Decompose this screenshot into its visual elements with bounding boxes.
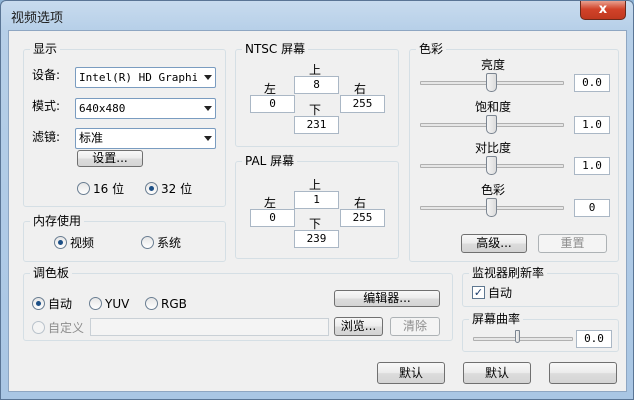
filter-select[interactable]: 标准 [75, 128, 216, 149]
palette-browse-button[interactable]: 浏览... [334, 317, 383, 336]
curvature-slider-track[interactable] [473, 337, 573, 341]
footer-button-3[interactable] [549, 362, 617, 384]
palette-rgb-label: RGB [161, 297, 187, 311]
mode-label: 模式: [32, 99, 61, 113]
default-button-1[interactable]: 默认 [377, 362, 445, 384]
saturation-label: 饱和度 [475, 100, 512, 114]
mode-select[interactable]: 640x480 [75, 98, 216, 119]
palette-custom-radio[interactable] [32, 321, 45, 334]
saturation-slider-thumb[interactable] [486, 115, 497, 134]
window-title: 视频选项 [11, 11, 64, 26]
refresh-rate-title: 监视器刷新率 [469, 265, 548, 281]
display-settings-button[interactable]: 设置... [77, 150, 143, 167]
pal-right-input[interactable]: 255 [340, 209, 385, 227]
palette-group-title: 调色板 [30, 265, 73, 281]
palette-custom-label: 自定义 [48, 321, 85, 335]
brightness-slider-thumb[interactable] [486, 73, 497, 92]
palette-custom-path-input[interactable] [90, 318, 329, 336]
contrast-slider-thumb[interactable] [486, 156, 497, 175]
palette-yuv-label: YUV [105, 297, 130, 311]
depth-16-label: 16 位 [93, 182, 125, 196]
curvature-value[interactable]: 0.0 [576, 330, 612, 348]
palette-auto-label: 自动 [48, 297, 73, 311]
palette-clear-button[interactable]: 清除 [390, 317, 440, 336]
curvature-slider-thumb[interactable] [515, 330, 520, 343]
memory-usage-title: 内存使用 [30, 213, 85, 229]
depth-32-label: 32 位 [161, 182, 193, 196]
device-select-value: Intel(R) HD Graphics [79, 71, 197, 84]
brightness-value[interactable]: 0.0 [574, 74, 610, 92]
default-button-2[interactable]: 默认 [463, 362, 531, 384]
contrast-value[interactable]: 1.0 [574, 157, 610, 175]
screen-curvature-title: 屏幕曲率 [469, 311, 524, 327]
hue-slider-thumb[interactable] [486, 198, 497, 217]
brightness-label: 亮度 [481, 58, 506, 72]
memory-usage-group: 内存使用 视频 系统 [23, 213, 226, 262]
display-group-title: 显示 [30, 41, 61, 57]
chevron-down-icon [204, 136, 212, 141]
memory-video-label: 视频 [70, 236, 95, 250]
ntsc-right-input[interactable]: 255 [340, 95, 385, 113]
ntsc-top-input[interactable]: 8 [294, 76, 339, 94]
close-button[interactable]: x [580, 1, 626, 20]
refresh-auto-label: 自动 [488, 286, 513, 300]
pal-left-input[interactable]: 0 [250, 209, 295, 227]
chevron-down-icon [204, 106, 212, 111]
color-group-title: 色彩 [416, 41, 447, 57]
device-select[interactable]: Intel(R) HD Graphics [75, 67, 216, 88]
palette-auto-radio[interactable] [32, 297, 45, 310]
memory-video-radio[interactable] [54, 236, 67, 249]
filter-select-value: 标准 [79, 131, 104, 145]
palette-group: 调色板 自动 YUV RGB 编辑器... 自定义 浏览... 清除 [23, 265, 453, 341]
ntsc-left-input[interactable]: 0 [250, 95, 295, 113]
pal-screen-group: PAL 屏幕 上 1 左 0 右 255 下 239 [235, 153, 399, 259]
ntsc-screen-title: NTSC 屏幕 [242, 41, 309, 57]
check-icon: ✓ [473, 286, 484, 299]
depth-32-radio[interactable] [145, 182, 158, 195]
pal-bottom-input[interactable]: 239 [294, 230, 339, 248]
screen-curvature-group: 屏幕曲率 0.0 [462, 311, 619, 352]
title-bar[interactable]: 视频选项 x [1, 1, 633, 29]
hue-label: 色彩 [481, 183, 506, 197]
ntsc-bottom-input[interactable]: 231 [294, 116, 339, 134]
device-label: 设备: [32, 68, 61, 82]
video-options-window: 视频选项 x 显示 设备: Intel(R) HD Graphics 模式: 6… [0, 0, 634, 400]
palette-editor-button[interactable]: 编辑器... [334, 290, 440, 307]
advanced-button[interactable]: 高级... [461, 234, 527, 253]
depth-16-radio[interactable] [77, 182, 90, 195]
close-icon: x [598, 2, 608, 17]
refresh-rate-group: 监视器刷新率 ✓ 自动 [462, 265, 619, 307]
refresh-auto-checkbox[interactable]: ✓ [472, 286, 485, 299]
color-group: 色彩 亮度 0.0 饱和度 1.0 对比度 1.0 色彩 0 高级... 重置 [409, 41, 619, 262]
contrast-label: 对比度 [475, 141, 512, 155]
palette-rgb-radio[interactable] [145, 297, 158, 310]
mode-select-value: 640x480 [79, 102, 126, 115]
pal-screen-title: PAL 屏幕 [242, 153, 298, 169]
memory-system-radio[interactable] [141, 236, 154, 249]
memory-system-label: 系统 [157, 236, 182, 250]
hue-value[interactable]: 0 [574, 199, 610, 217]
dialog-body: 显示 设备: Intel(R) HD Graphics 模式: 640x480 … [8, 30, 627, 392]
palette-yuv-radio[interactable] [89, 297, 102, 310]
reset-button[interactable]: 重置 [538, 234, 607, 253]
saturation-value[interactable]: 1.0 [574, 116, 610, 134]
chevron-down-icon [204, 75, 212, 80]
filter-label: 滤镜: [32, 130, 61, 144]
ntsc-screen-group: NTSC 屏幕 上 8 左 0 右 255 下 231 [235, 41, 399, 147]
pal-top-input[interactable]: 1 [294, 191, 339, 209]
display-group: 显示 设备: Intel(R) HD Graphics 模式: 640x480 … [23, 41, 226, 207]
